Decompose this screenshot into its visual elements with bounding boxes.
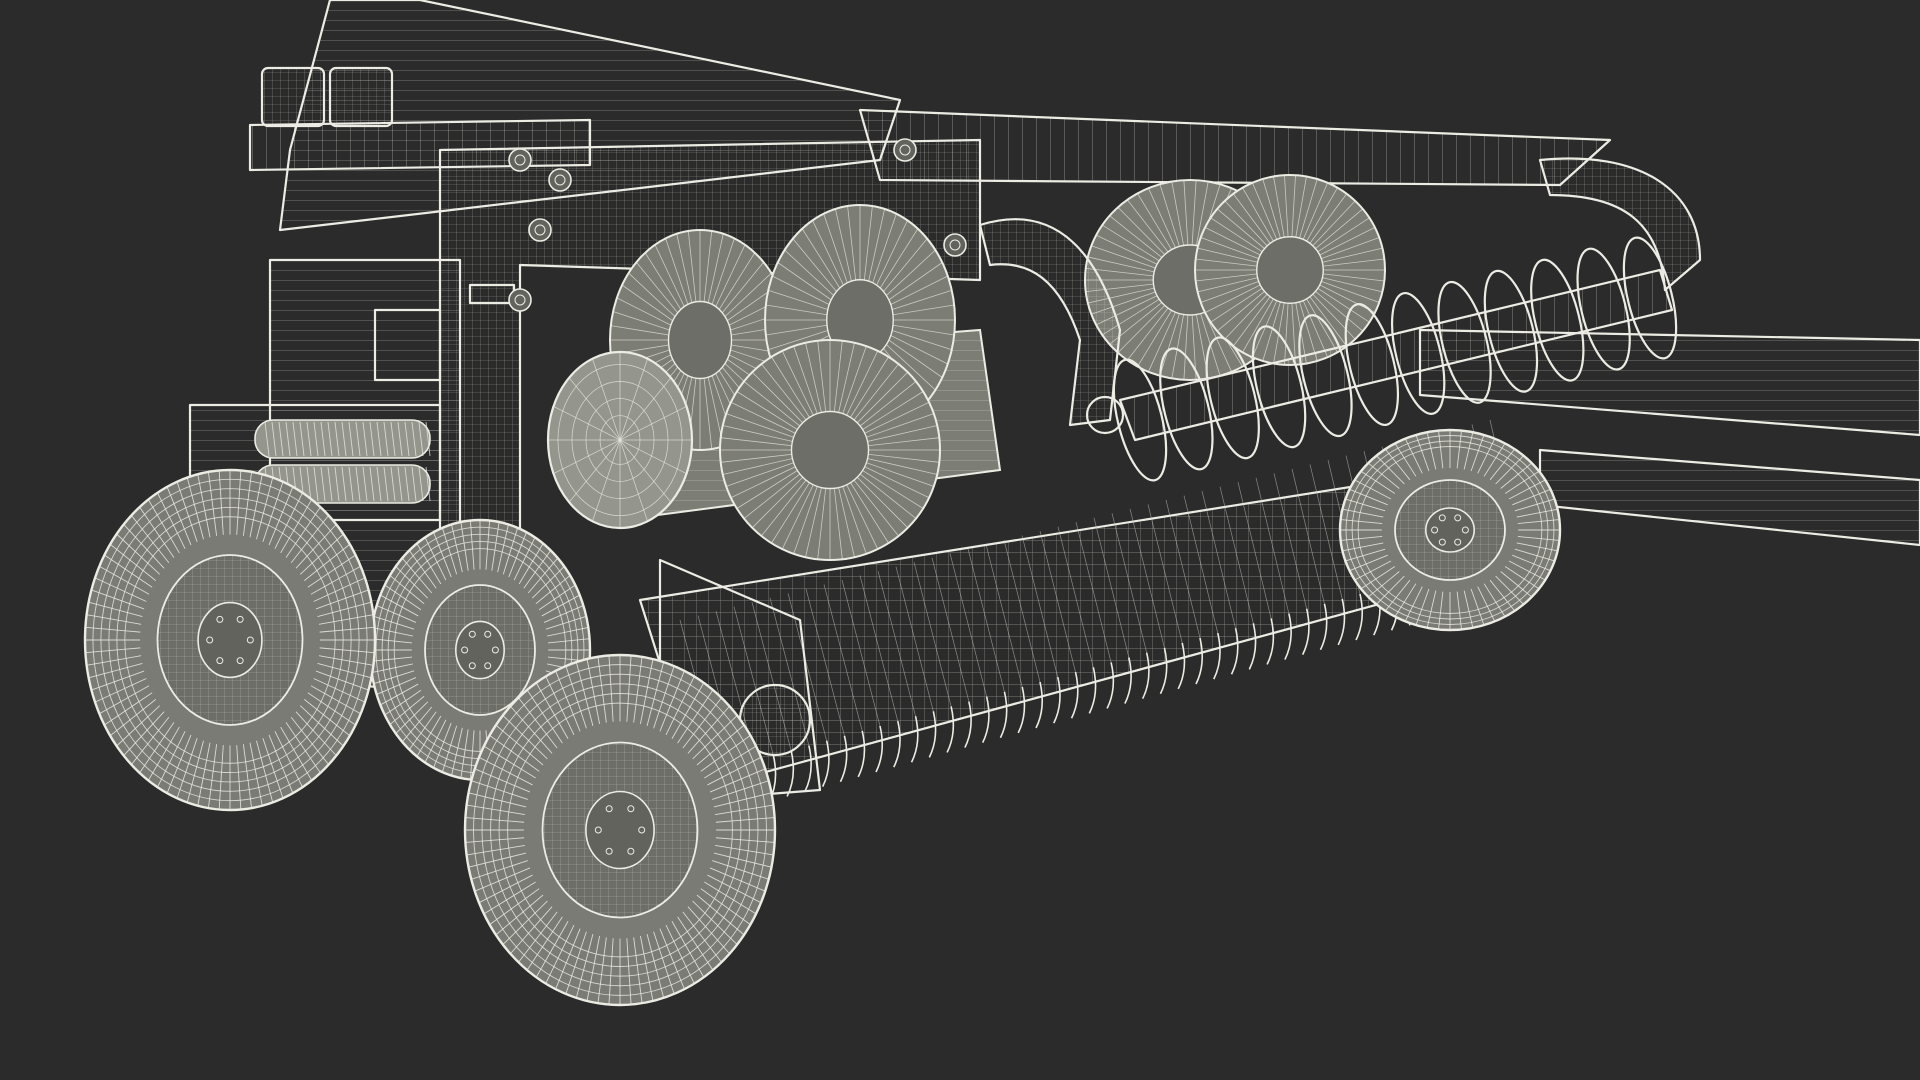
wheel-front-left (463, 653, 777, 1007)
wireframe-render (83, 0, 1920, 1007)
wheel-left-outer (83, 468, 377, 812)
render-viewport (0, 0, 1920, 1080)
wheel-rear-right (1338, 428, 1562, 632)
